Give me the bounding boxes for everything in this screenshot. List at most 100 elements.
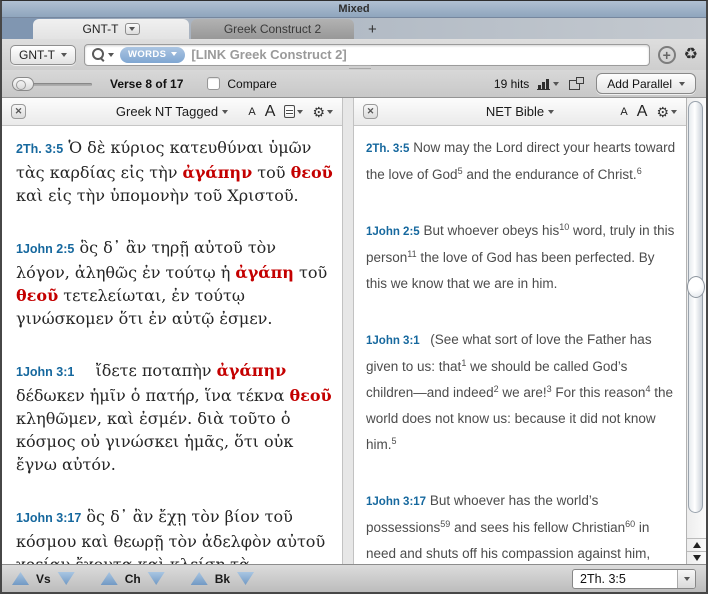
recycle-search-icon[interactable]: ♻ xyxy=(684,47,698,63)
verse-reference[interactable]: 1John 3:17 xyxy=(366,496,426,508)
toolbar-resize-grip[interactable] xyxy=(349,63,371,69)
verse-reference[interactable]: 1John 3:17 xyxy=(16,511,81,525)
scroll-down-button[interactable] xyxy=(687,551,706,564)
gear-icon: ⚙ xyxy=(312,105,325,119)
tab-greek-construct-2[interactable]: Greek Construct 2 xyxy=(191,19,354,39)
add-tab-button[interactable]: + xyxy=(368,23,377,37)
vs-previous-button[interactable] xyxy=(12,572,29,585)
workspace-tab-bar: GNT-T Greek Construct 2 + xyxy=(2,18,706,39)
english-pane-header: ✕ NET Bible A A ⚙ xyxy=(354,98,686,126)
search-toolbar: GNT-T WORDS [LINK Greek Construct 2] + ♻ xyxy=(2,39,706,70)
pane-splitter[interactable] xyxy=(342,98,354,564)
scrollbar-split-knob[interactable] xyxy=(687,276,705,298)
verse-text: ἴδετε ποταπὴν xyxy=(79,361,216,380)
chevron-down-icon xyxy=(671,110,677,114)
verse-reference[interactable]: 1John 3:1 xyxy=(366,335,420,347)
close-pane-button[interactable]: ✕ xyxy=(11,104,26,119)
tab-gnt-t[interactable]: GNT-T xyxy=(33,19,189,39)
verse-text: and sees his fellow Christian xyxy=(450,520,625,535)
increase-font-button[interactable]: A xyxy=(637,103,648,121)
footnote-marker[interactable]: 10 xyxy=(559,222,569,232)
ch-next-button[interactable] xyxy=(148,572,165,585)
nav-label-bk: Bk xyxy=(215,572,230,586)
add-parallel-label: Add Parallel xyxy=(607,77,672,91)
scroll-up-button[interactable] xyxy=(687,538,706,551)
verse-selector-combo[interactable]: 2Th. 3:5 xyxy=(572,569,696,589)
chevron-down-icon xyxy=(679,82,685,86)
verse-reference[interactable]: 1John 2:5 xyxy=(366,226,420,238)
verse-paragraph: 1John 2:5 But whoever obeys his10 word, … xyxy=(366,218,676,297)
verse-paragraph: 2Th. 3:5 Now may the Lord direct your he… xyxy=(366,135,676,188)
pane-actions-button[interactable]: ⚙ xyxy=(312,105,333,119)
search-menu-chevron-icon[interactable] xyxy=(108,53,114,57)
close-pane-button[interactable]: ✕ xyxy=(363,104,378,119)
vs-next-button[interactable] xyxy=(58,572,75,585)
nav-label-ch: Ch xyxy=(125,572,141,586)
greek-pane-header: ✕ Greek NT Tagged A A ⚙ xyxy=(2,98,342,126)
decrease-font-button[interactable]: A xyxy=(620,106,627,118)
search-query-text: [LINK Greek Construct 2] xyxy=(191,47,346,62)
verse-text: and the endurance of Christ. xyxy=(463,167,637,182)
ch-previous-button[interactable] xyxy=(101,572,118,585)
verse-reference[interactable]: 2Th. 3:5 xyxy=(366,143,409,155)
chevron-down-icon xyxy=(129,27,135,31)
verse-reference[interactable]: 1John 2:5 xyxy=(16,242,74,256)
chevron-down-icon[interactable] xyxy=(553,82,559,86)
verse-text: For this reason xyxy=(552,385,646,400)
hit-word: θεοῦ xyxy=(291,163,333,182)
tab-gnt-t-label: GNT-T xyxy=(83,22,119,36)
details-pane-icon[interactable] xyxy=(569,77,584,90)
pane-actions-button[interactable]: ⚙ xyxy=(656,105,677,119)
search-mode-pill[interactable]: WORDS xyxy=(120,47,185,63)
arrow-up-icon xyxy=(693,542,701,548)
verse-paragraph: 1John 3:17 ὃς δ᾿ ἂν ἔχῃ τὸν βίον τοῦ κόσ… xyxy=(16,505,334,564)
display-settings-button[interactable] xyxy=(284,105,303,118)
footnote-marker[interactable]: 11 xyxy=(407,249,416,259)
english-text-pane: ✕ NET Bible A A ⚙ 2Th. 3:5 Now may the L… xyxy=(354,98,686,564)
footnote-marker[interactable]: 59 xyxy=(440,519,450,529)
app-window: Mixed GNT-T Greek Construct 2 + GNT-T WO… xyxy=(0,0,708,594)
increase-font-button[interactable]: A xyxy=(265,103,276,121)
module-selector-button[interactable]: GNT-T xyxy=(10,45,76,65)
verse-paragraph: 2Th. 3:5 Ὁ δὲ κύριος κατευθύναι ὑμῶν τὰς… xyxy=(16,136,334,207)
hit-word: θεοῦ xyxy=(289,386,331,405)
navigation-bar: VsChBk 2Th. 3:5 xyxy=(2,564,706,592)
scrollbar-thumb[interactable] xyxy=(688,101,703,513)
english-pane-tools: A A ⚙ xyxy=(620,103,677,121)
decrease-font-button[interactable]: A xyxy=(248,106,255,118)
bk-next-button[interactable] xyxy=(237,572,254,585)
add-parallel-button[interactable]: Add Parallel xyxy=(596,73,696,94)
chevron-down-icon xyxy=(684,577,690,581)
verse-paragraph: 1John 2:5 ὃς δ᾿ ἂν τηρῇ αὐτοῦ τὸν λόγον,… xyxy=(16,236,334,330)
tab-menu-button[interactable] xyxy=(125,23,140,35)
tab-greek-construct-2-label: Greek Construct 2 xyxy=(224,22,321,36)
verse-selector-value: 2Th. 3:5 xyxy=(573,572,677,586)
add-search-button[interactable]: + xyxy=(658,46,676,64)
search-mode-label: WORDS xyxy=(128,49,166,60)
chevron-down-icon xyxy=(61,53,67,57)
footnote-marker[interactable]: 60 xyxy=(625,519,635,529)
footnote-marker[interactable]: 6 xyxy=(637,166,642,176)
compare-checkbox[interactable] xyxy=(207,77,220,90)
verse-reference[interactable]: 1John 3:1 xyxy=(16,365,74,379)
context-slider[interactable] xyxy=(12,77,92,91)
verse-text: But whoever obeys his xyxy=(423,223,559,238)
english-verse-list: 2Th. 3:5 Now may the Lord direct your he… xyxy=(354,126,686,564)
verse-reference[interactable]: 2Th. 3:5 xyxy=(16,142,63,156)
vertical-scrollbar[interactable] xyxy=(686,98,706,564)
verse-paragraph: 1John 3:1 ἴδετε ποταπὴν ἀγάπην δέδωκεν ἡ… xyxy=(16,359,334,476)
search-icon[interactable] xyxy=(92,48,105,61)
list-icon xyxy=(284,105,295,118)
verse-text: τοῦ xyxy=(252,163,290,182)
bk-previous-button[interactable] xyxy=(191,572,208,585)
nav-groups: VsChBk xyxy=(12,572,280,586)
chevron-down-icon xyxy=(222,110,228,114)
slider-thumb[interactable] xyxy=(12,77,34,91)
footnote-marker[interactable]: 5 xyxy=(392,436,397,446)
chevron-down-icon xyxy=(171,52,177,56)
combo-dropdown-button[interactable] xyxy=(677,570,695,588)
hits-graph-icon[interactable] xyxy=(537,78,550,90)
chevron-down-icon xyxy=(327,110,333,114)
nav-group-bk: Bk xyxy=(191,572,254,586)
hits-count-label: 19 hits xyxy=(494,77,529,91)
